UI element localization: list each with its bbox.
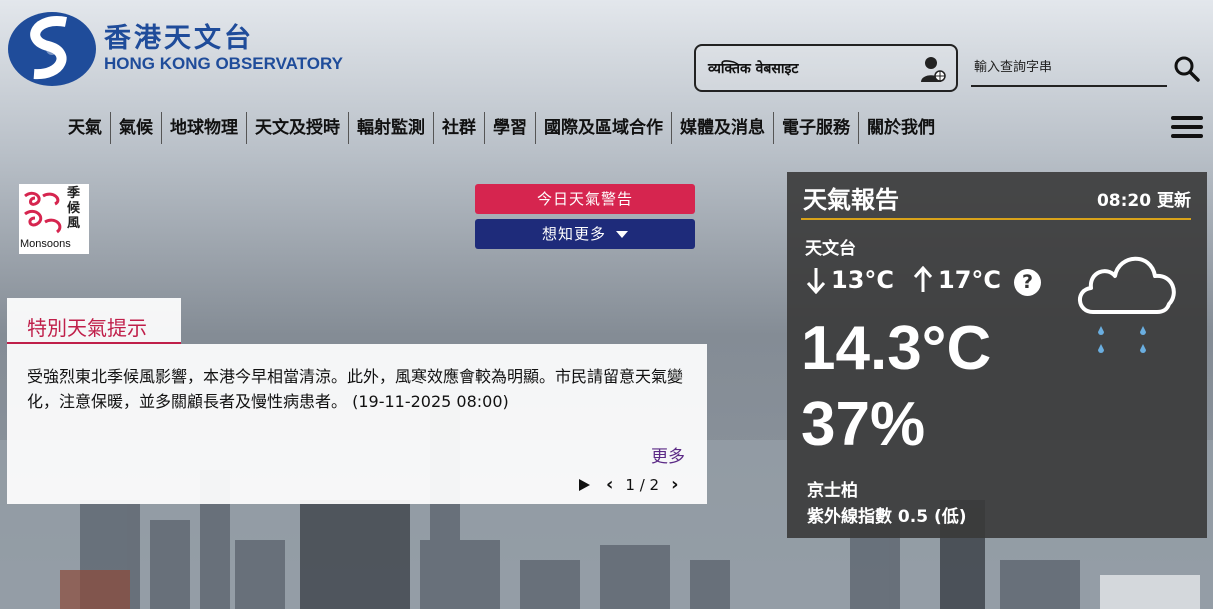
weather-place: 京士柏 [807, 481, 858, 501]
search-input[interactable] [971, 50, 1167, 84]
special-tip-tab: 特別天氣提示 [7, 298, 181, 344]
weather-update-time: 08:20 更新 [1096, 191, 1191, 211]
max-temp: 17°C [938, 266, 1002, 294]
logo-english-name: HONG KONG OBSERVATORY [104, 54, 343, 73]
special-tip-underline [7, 342, 181, 344]
nav-item-radiation[interactable]: 輻射監測 [348, 112, 433, 144]
current-temperature: 14.3°C [801, 314, 992, 383]
special-tip-text: 受強烈東北季候風影響，本港今早相當清涼。此外，風寒效應會較為明顯。市民請留意天氣… [27, 367, 684, 411]
weather-station: 天文台 [805, 239, 856, 259]
chevron-right-icon[interactable]: › [671, 474, 678, 495]
learn-more-button[interactable]: 想知更多 [475, 219, 695, 249]
special-tip-title: 特別天氣提示 [27, 316, 147, 340]
weather-warning-label: 今日天氣警告 [536, 190, 633, 208]
nav-item-about[interactable]: 關於我們 [858, 112, 943, 144]
nav-item-community[interactable]: 社群 [433, 112, 484, 144]
hko-logo[interactable]: 香港天文台 HONG KONG OBSERVATORY [6, 10, 343, 88]
weather-report-panel[interactable]: 天氣報告 08:20 更新 天文台 13°C 17°C ? 14.3°C 37%… [787, 172, 1207, 538]
personal-website-button[interactable]: व्यक्तिक वेबसाइट [694, 44, 958, 92]
search-icon[interactable] [1174, 56, 1200, 82]
nav-item-education[interactable]: 學習 [484, 112, 535, 144]
monsoon-label-cn: 季候風 [67, 186, 81, 231]
special-tip-panel: 受強烈東北季候風影響，本港今早相當清涼。此外，風寒效應會較為明顯。市民請留意天氣… [7, 344, 707, 504]
pager-count: 1 / 2 [625, 475, 660, 494]
menu-icon[interactable] [1171, 116, 1203, 140]
nav-item-media[interactable]: 媒體及消息 [671, 112, 773, 144]
arrow-up-icon [913, 266, 933, 292]
special-tip-pager: ‹ 1 / 2 › [579, 474, 679, 495]
monsoon-badge[interactable]: 季候風 Monsoons [19, 184, 89, 254]
personal-website-label: व्यक्तिक वेबसाइट [708, 60, 799, 77]
monsoon-label-en: Monsoons [20, 238, 71, 250]
weather-warning-button[interactable]: 今日天氣警告 [475, 184, 695, 214]
weather-min-max: 13°C 17°C [805, 266, 1001, 294]
hko-logo-icon [8, 12, 96, 86]
weather-divider [801, 218, 1191, 220]
special-tip-more-link[interactable]: 更多 [651, 442, 685, 467]
caret-down-icon [616, 231, 628, 238]
uv-index: 紫外線指數 0.5 (低) [807, 507, 967, 527]
learn-more-label: 想知更多 [541, 225, 606, 243]
logo-chinese-name: 香港天文台 [104, 23, 254, 54]
relative-humidity: 37% [801, 390, 926, 459]
nav-item-eservices[interactable]: 電子服務 [773, 112, 858, 144]
chevron-left-icon[interactable]: ‹ [606, 474, 613, 495]
nav-item-international[interactable]: 國際及區域合作 [535, 112, 671, 144]
monsoon-swirl-icon [24, 191, 62, 234]
nav-item-weather[interactable]: 天氣 [60, 112, 110, 144]
search-field[interactable] [971, 50, 1167, 87]
main-nav: 天氣 氣候 地球物理 天文及授時 輻射監測 社群 學習 國際及區域合作 媒體及消… [60, 112, 943, 144]
nav-item-astronomy[interactable]: 天文及授時 [246, 112, 348, 144]
play-icon[interactable] [579, 478, 590, 491]
nav-item-geophysics[interactable]: 地球物理 [161, 112, 246, 144]
help-icon[interactable]: ? [1014, 269, 1041, 296]
min-temp: 13°C [831, 266, 895, 294]
arrow-down-icon [806, 268, 826, 294]
user-globe-icon [921, 57, 946, 82]
cloud-rain-icon [1078, 256, 1176, 353]
weather-report-title: 天氣報告 [803, 186, 899, 214]
nav-item-climate[interactable]: 氣候 [110, 112, 161, 144]
